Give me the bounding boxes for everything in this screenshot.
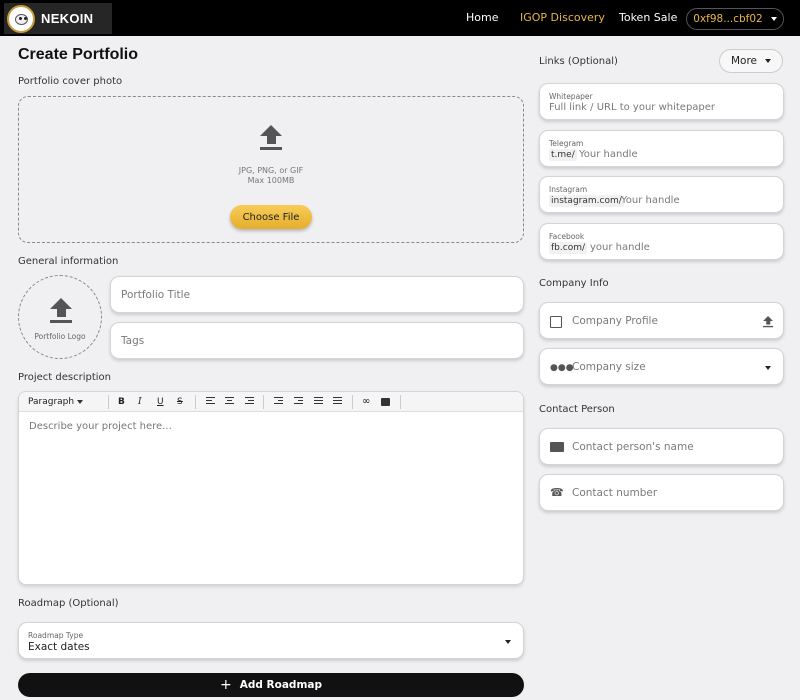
instagram-label: Instagram bbox=[549, 185, 588, 194]
phone-icon: ☎ bbox=[550, 486, 564, 499]
instagram-prefix: instagram.com/ bbox=[549, 195, 624, 207]
facebook-label: Facebook bbox=[549, 232, 585, 241]
contact-person-label: Contact Person bbox=[539, 404, 615, 415]
tags-placeholder: Tags bbox=[121, 335, 145, 347]
add-roadmap-button[interactable]: + Add Roadmap bbox=[18, 673, 524, 697]
brand-logo-icon bbox=[7, 4, 35, 33]
company-size-select[interactable]: ●●● Company size bbox=[539, 348, 784, 385]
upload-icon[interactable] bbox=[763, 316, 773, 328]
more-links-button[interactable]: More bbox=[719, 49, 783, 73]
upload-icon bbox=[260, 125, 282, 150]
roadmap-label: Roadmap (Optional) bbox=[18, 598, 119, 609]
instagram-input[interactable]: Instagram instagram.com/ Your handle bbox=[539, 176, 784, 213]
whitepaper-input[interactable]: Whitepaper Full link / URL to your white… bbox=[539, 83, 784, 120]
portfolio-title-input[interactable]: Portfolio Title bbox=[110, 276, 524, 313]
paragraph-format-select[interactable]: Paragraph bbox=[28, 396, 83, 408]
contact-name-placeholder: Contact person's name bbox=[572, 441, 694, 453]
upload-icon bbox=[50, 298, 72, 323]
roadmap-type-value: Exact dates bbox=[28, 641, 90, 653]
company-size-placeholder: Company size bbox=[572, 361, 646, 373]
align-left-icon[interactable] bbox=[206, 397, 215, 405]
company-profile-placeholder: Company Profile bbox=[572, 315, 658, 327]
portfolio-logo-dropzone[interactable]: Portfolio Logo bbox=[18, 275, 102, 359]
plus-icon: + bbox=[220, 677, 232, 693]
underline-button[interactable]: U bbox=[157, 396, 164, 408]
project-description-label: Project description bbox=[18, 372, 111, 383]
cover-formats-text: JPG, PNG, or GIF bbox=[238, 166, 304, 175]
chevron-down-icon bbox=[765, 366, 771, 370]
add-roadmap-label: Add Roadmap bbox=[239, 679, 322, 691]
contact-number-input[interactable]: ☎ Contact number bbox=[539, 474, 784, 511]
cover-photo-label: Portfolio cover photo bbox=[18, 76, 123, 87]
nav-link-home[interactable]: Home bbox=[466, 0, 498, 36]
contact-name-input[interactable]: Contact person's name bbox=[539, 428, 784, 465]
tags-input[interactable]: Tags bbox=[110, 322, 524, 359]
indent-icon[interactable] bbox=[294, 397, 303, 405]
portfolio-logo-label: Portfolio Logo bbox=[34, 332, 86, 341]
telegram-placeholder: Your handle bbox=[579, 149, 638, 160]
id-card-icon bbox=[550, 442, 564, 452]
building-icon bbox=[550, 316, 562, 328]
numbered-list-icon[interactable] bbox=[333, 397, 342, 405]
nav-link-token-sale[interactable]: Token Sale bbox=[619, 0, 677, 36]
editor-toolbar: Paragraph B I U S ∞ bbox=[19, 392, 523, 412]
align-right-icon[interactable] bbox=[245, 397, 254, 405]
description-editor[interactable]: Paragraph B I U S ∞ Describe your projec… bbox=[18, 391, 524, 585]
wallet-button[interactable]: 0xf98...cbf02 bbox=[686, 8, 784, 30]
telegram-input[interactable]: Telegram t.me/ Your handle bbox=[539, 130, 784, 167]
page-title: Create Portfolio bbox=[18, 46, 139, 63]
align-center-icon[interactable] bbox=[225, 397, 234, 405]
more-label: More bbox=[730, 55, 758, 67]
chevron-down-icon bbox=[505, 640, 511, 644]
top-navbar: NEKOIN Home IGOP Discovery Token Sale 0x… bbox=[0, 0, 800, 36]
link-icon[interactable]: ∞ bbox=[362, 396, 370, 408]
whitepaper-label: Whitepaper bbox=[549, 92, 593, 101]
company-info-label: Company Info bbox=[539, 278, 609, 289]
links-label: Links (Optional) bbox=[539, 56, 618, 67]
chevron-down-icon bbox=[770, 17, 777, 21]
facebook-prefix: fb.com/ bbox=[549, 242, 587, 254]
choose-file-button[interactable]: Choose File bbox=[230, 205, 312, 229]
instagram-placeholder: Your handle bbox=[621, 195, 680, 206]
telegram-prefix: t.me/ bbox=[549, 149, 577, 161]
bullet-list-icon[interactable] bbox=[314, 397, 323, 405]
outdent-icon[interactable] bbox=[274, 397, 283, 405]
contact-number-placeholder: Contact number bbox=[572, 487, 658, 499]
strikethrough-button[interactable]: S bbox=[177, 396, 183, 408]
cover-max-size-text: Max 100MB bbox=[247, 176, 295, 185]
facebook-placeholder: your handle bbox=[590, 242, 650, 253]
general-info-label: General information bbox=[18, 256, 119, 267]
italic-button[interactable]: I bbox=[138, 396, 142, 408]
group-icon: ●●● bbox=[550, 363, 574, 373]
telegram-label: Telegram bbox=[549, 139, 584, 148]
roadmap-type-label: Roadmap Type bbox=[28, 631, 84, 640]
chevron-down-icon bbox=[765, 59, 772, 63]
company-profile-input[interactable]: Company Profile bbox=[539, 302, 784, 339]
portfolio-title-placeholder: Portfolio Title bbox=[121, 289, 191, 301]
bold-button[interactable]: B bbox=[118, 396, 125, 408]
whitepaper-placeholder: Full link / URL to your whitepaper bbox=[549, 102, 716, 113]
image-icon[interactable] bbox=[381, 398, 390, 406]
brand[interactable]: NEKOIN bbox=[4, 3, 112, 34]
wallet-address: 0xf98...cbf02 bbox=[693, 13, 763, 25]
nav-link-igop-discovery[interactable]: IGOP Discovery bbox=[520, 0, 605, 36]
brand-name: NEKOIN bbox=[41, 11, 94, 26]
facebook-input[interactable]: Facebook fb.com/ your handle bbox=[539, 223, 784, 260]
roadmap-type-select[interactable]: Roadmap Type Exact dates bbox=[18, 622, 524, 659]
description-placeholder: Describe your project here... bbox=[29, 421, 172, 432]
